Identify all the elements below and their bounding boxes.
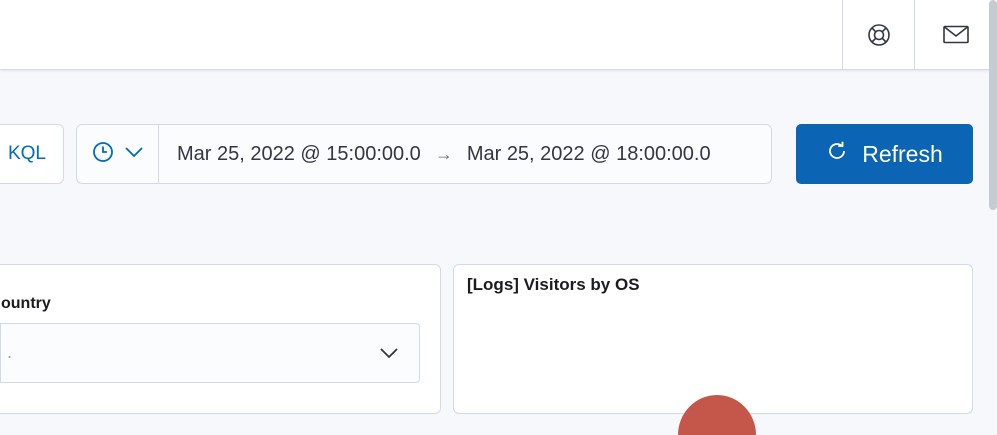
- date-range: Mar 25, 2022 @ 15:00:00.0 → Mar 25, 2022…: [159, 125, 711, 183]
- newsfeed-button[interactable]: [914, 0, 997, 70]
- pie-chart-slice[interactable]: [678, 395, 756, 435]
- control-label: ountry: [1, 295, 51, 312]
- panel-title: [Logs] Visitors by OS: [467, 275, 640, 294]
- range-arrow-icon: →: [434, 143, 453, 164]
- start-date-button[interactable]: Mar 25, 2022 @ 15:00:00.0: [177, 143, 421, 166]
- chevron-down-icon: [379, 346, 399, 364]
- controls-panel: ountry .: [0, 264, 441, 414]
- clock-icon: [92, 141, 114, 168]
- chevron-down-icon: [124, 145, 144, 163]
- help-button[interactable]: [842, 0, 914, 70]
- country-select[interactable]: .: [0, 323, 420, 383]
- mail-icon: [943, 25, 969, 45]
- refresh-button[interactable]: Refresh: [796, 124, 973, 184]
- refresh-icon: [826, 140, 848, 168]
- global-header: [0, 0, 997, 70]
- visitors-by-os-panel: [Logs] Visitors by OS: [453, 264, 973, 435]
- refresh-label: Refresh: [862, 140, 943, 167]
- select-placeholder: .: [7, 342, 13, 362]
- quick-select-button[interactable]: [77, 125, 159, 183]
- date-picker: Mar 25, 2022 @ 15:00:00.0 → Mar 25, 2022…: [76, 124, 772, 184]
- end-date-button[interactable]: Mar 25, 2022 @ 18:00:00.0: [467, 143, 711, 166]
- help-lifebuoy-icon: [867, 23, 891, 47]
- query-language-label: KQL: [7, 143, 47, 164]
- query-language-button[interactable]: KQL: [0, 124, 64, 184]
- scrollbar[interactable]: [989, 0, 997, 210]
